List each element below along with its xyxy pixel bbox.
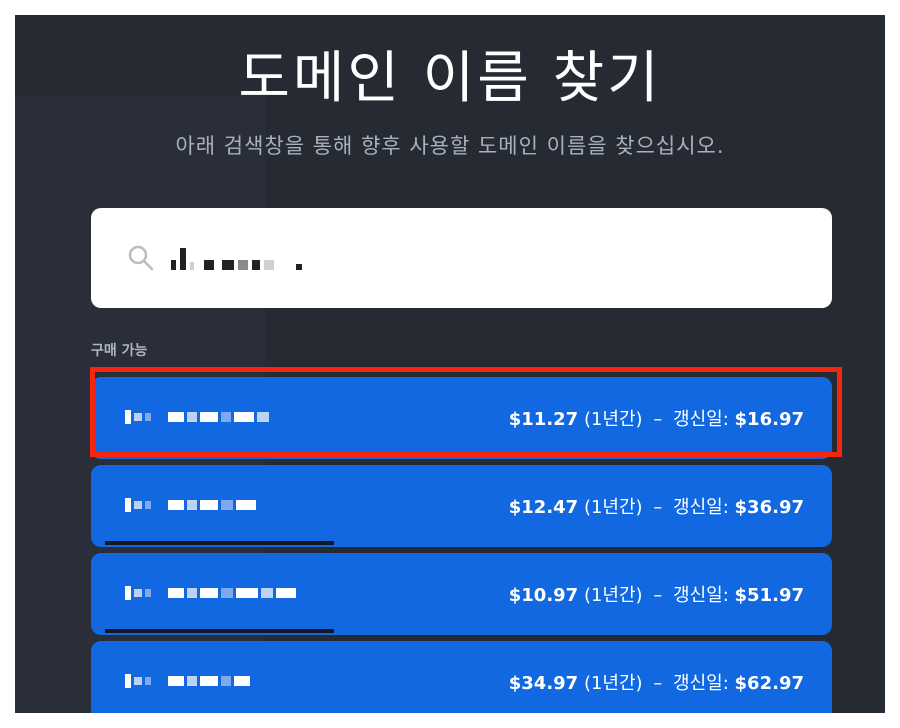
domain-name-redacted: [125, 585, 296, 601]
domain-name-redacted: [125, 673, 250, 689]
dash: –: [653, 585, 663, 606]
domain-name-redacted: [125, 497, 256, 513]
divider: [105, 541, 334, 545]
renewal-label: 갱신일:: [673, 409, 729, 430]
renewal-price: $62.97: [734, 673, 804, 694]
domain-result-row[interactable]: $34.97 (1년간) – 갱신일: $62.97: [91, 641, 832, 713]
page-title: 도메인 이름 찾기: [238, 46, 662, 111]
price-info: $34.97 (1년간) – 갱신일: $62.97: [509, 669, 804, 695]
dash: –: [653, 409, 663, 430]
domain-search-modal: 도메인 이름 찾기 아래 검색창을 통해 향후 사용할 도메인 이름을 찾으십시…: [15, 15, 885, 713]
domain-result-row[interactable]: $10.97 (1년간) – 갱신일: $51.97: [91, 553, 832, 635]
price-info: $12.47 (1년간) – 갱신일: $36.97: [509, 493, 804, 519]
search-input[interactable]: [91, 208, 832, 308]
renewal-label: 갱신일:: [673, 497, 729, 518]
first-year-price: $10.97: [508, 585, 579, 606]
renewal-price: $51.97: [734, 585, 804, 606]
dash: –: [653, 673, 663, 694]
price-info: $10.97 (1년간) – 갱신일: $51.97: [509, 581, 804, 607]
first-year-price: $12.47: [508, 497, 579, 518]
domain-result-row[interactable]: $12.47 (1년간) – 갱신일: $36.97: [91, 465, 832, 547]
period-label: (1년간): [583, 497, 643, 518]
search-value-redacted: [171, 246, 302, 270]
period-label: (1년간): [583, 673, 643, 694]
renewal-price: $16.97: [734, 409, 804, 430]
page-subtitle: 아래 검색창을 통해 향후 사용할 도메인 이름을 찾으십시오.: [175, 134, 725, 158]
divider: [105, 629, 334, 633]
period-label: (1년간): [583, 585, 643, 606]
renewal-label: 갱신일:: [673, 585, 729, 606]
search-icon: [128, 245, 154, 271]
first-year-price: $11.27: [508, 409, 579, 430]
renewal-price: $36.97: [734, 497, 804, 518]
dash: –: [653, 497, 663, 518]
renewal-label: 갱신일:: [673, 673, 729, 694]
price-info: $11.27 (1년간) – 갱신일: $16.97: [509, 405, 804, 431]
domain-name-redacted: [125, 409, 269, 425]
first-year-price: $34.97: [508, 673, 579, 694]
section-label-available: 구매 가능: [91, 343, 148, 359]
period-label: (1년간): [583, 409, 643, 430]
domain-result-row[interactable]: $11.27 (1년간) – 갱신일: $16.97: [91, 377, 832, 459]
